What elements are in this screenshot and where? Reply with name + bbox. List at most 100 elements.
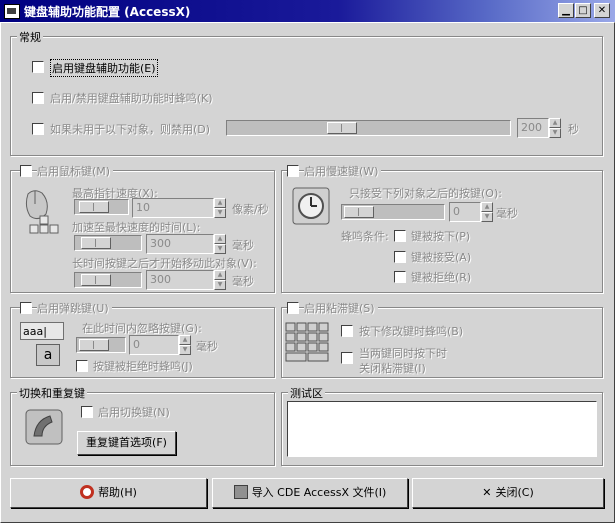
disable-timeout-unit: 秒 <box>568 123 579 136</box>
slow-beep-pressed-checkbox[interactable] <box>394 230 406 242</box>
maximize-button[interactable]: □ <box>575 3 591 18</box>
bounce-icon-text-field: aaa| <box>20 322 64 340</box>
disable-timeout-spinner[interactable]: 200 ▲ ▼ <box>517 118 561 138</box>
max-speed-spinner[interactable]: 10 ▲ ▼ <box>132 198 226 218</box>
sticky-beep-modifier-label: 按下修改键时蜂鸣(B) <box>359 325 464 338</box>
test-area-title: 测试区 <box>288 385 325 401</box>
spin-up-icon[interactable]: ▲ <box>214 270 226 280</box>
slow-keys-checkbox[interactable] <box>287 165 299 177</box>
beep-on-toggle-label: 启用/禁用键盘辅助功能时蜂鸣(K) <box>50 92 213 105</box>
slow-accept-thumb[interactable] <box>344 206 374 218</box>
disable-timeout-slider[interactable] <box>226 120 511 136</box>
close-icon: ✕ <box>482 486 492 499</box>
enable-keyboard-access-checkbox[interactable] <box>32 61 44 73</box>
delay-value[interactable]: 300 <box>146 270 214 290</box>
bounce-ignore-value[interactable]: 0 <box>129 335 179 355</box>
close-button[interactable]: ✕ 关闭(C) <box>412 478 604 508</box>
spin-up-icon[interactable]: ▲ <box>179 335 191 345</box>
delay-spinner[interactable]: 300 ▲ ▼ <box>146 270 226 290</box>
toggle-keys-icon <box>25 409 63 445</box>
disable-timeout-value[interactable]: 200 <box>517 118 549 138</box>
slow-accept-spinner[interactable]: 0 ▲ ▼ <box>449 202 493 222</box>
help-button[interactable]: 帮助(H) <box>10 478 207 508</box>
accel-label: 加速至最快速度的时间(L): <box>72 221 201 234</box>
repeat-prefs-button[interactable]: 重复键首选项(F) <box>77 431 176 455</box>
spin-up-icon[interactable]: ▲ <box>549 118 561 128</box>
bounce-ignore-thumb[interactable] <box>79 339 109 351</box>
slow-beep-pressed-label: 键被按下(P) <box>411 230 471 243</box>
disable-timeout-thumb[interactable] <box>327 122 357 134</box>
test-area-input[interactable] <box>287 401 597 457</box>
slow-accept-value[interactable]: 0 <box>449 202 481 222</box>
close-window-button[interactable]: ✕ <box>594 3 610 18</box>
repeat-prefs-button-label: 重复键首选项(F) <box>86 436 167 449</box>
mouse-keys-label: 启用鼠标键(M) <box>37 163 114 179</box>
spin-down-icon[interactable]: ▼ <box>481 212 493 222</box>
bounce-ignore-spinner[interactable]: 0 ▲ ▼ <box>129 335 191 355</box>
spin-up-icon[interactable]: ▲ <box>214 198 226 208</box>
slow-beep-label: 蜂鸣条件: <box>341 230 389 243</box>
accel-slider[interactable] <box>74 235 142 251</box>
delay-unit: 毫秒 <box>232 275 254 288</box>
sticky-disable-two-keys-label-2: 关闭粘滞键(I) <box>359 362 426 375</box>
mouse-keys-icon <box>25 190 59 234</box>
toggle-repeat-group-title: 切换和重复键 <box>17 385 87 401</box>
spin-up-icon[interactable]: ▲ <box>214 234 226 244</box>
window-menu-icon[interactable] <box>4 4 20 19</box>
bounce-beep-rejected-label: 按键被拒绝时蜂鸣(J) <box>93 360 193 373</box>
bounce-ignore-slider[interactable] <box>76 337 126 353</box>
max-speed-value[interactable]: 10 <box>132 198 214 218</box>
enable-toggle-keys-label: 启用切换键(N) <box>98 406 170 419</box>
spin-down-icon[interactable]: ▼ <box>214 208 226 218</box>
window-title: 键盘辅助功能配置 (AccessX) <box>24 5 191 19</box>
spin-down-icon[interactable]: ▼ <box>214 244 226 254</box>
import-icon <box>233 485 248 499</box>
close-button-label: 关闭(C) <box>495 486 534 499</box>
help-button-label: 帮助(H) <box>98 486 137 499</box>
sticky-beep-modifier-checkbox[interactable] <box>341 325 353 337</box>
slow-accept-unit: 毫秒 <box>496 207 518 220</box>
slow-beep-accepted-checkbox[interactable] <box>394 251 406 263</box>
delay-slider[interactable] <box>74 272 142 288</box>
disable-if-unused-label: 如果未用于以下对象，则禁用(D) <box>50 123 211 136</box>
slow-beep-accepted-label: 键被接受(A) <box>411 251 472 264</box>
bounce-keys-icon: aaa| a <box>20 322 66 368</box>
bounce-ignore-label: 在此时间内忽略按键(G): <box>82 322 202 335</box>
bounce-icon-key: a <box>36 344 60 366</box>
bounce-keys-label: 启用弹跳键(U) <box>37 300 112 316</box>
bounce-icon-text-2: a <box>43 347 53 363</box>
import-cde-button-label: 导入 CDE AccessX 文件(I) <box>251 486 387 499</box>
max-speed-thumb[interactable] <box>79 201 109 213</box>
slow-beep-rejected-checkbox[interactable] <box>394 271 406 283</box>
sticky-disable-two-keys-checkbox[interactable] <box>341 352 353 364</box>
mouse-keys-checkbox[interactable] <box>20 165 32 177</box>
disable-if-unused-checkbox[interactable] <box>32 123 44 135</box>
beep-on-toggle-checkbox[interactable] <box>32 92 44 104</box>
title-bar: 键盘辅助功能配置 (AccessX) ▁ □ ✕ <box>0 0 615 22</box>
slow-beep-rejected-label: 键被拒绝(R) <box>411 271 472 284</box>
bounce-beep-rejected-checkbox[interactable] <box>76 360 88 372</box>
spin-down-icon[interactable]: ▼ <box>179 345 191 355</box>
minimize-button[interactable]: ▁ <box>558 3 574 18</box>
spin-down-icon[interactable]: ▼ <box>214 280 226 290</box>
slow-keys-label: 启用慢速键(W) <box>304 163 382 179</box>
sticky-keys-checkbox[interactable] <box>287 302 299 314</box>
bounce-keys-checkbox[interactable] <box>20 302 32 314</box>
help-icon <box>80 485 95 499</box>
sticky-keys-icon <box>285 322 329 362</box>
spin-down-icon[interactable]: ▼ <box>549 128 561 138</box>
enable-toggle-keys-checkbox[interactable] <box>81 406 93 418</box>
accel-spinner[interactable]: 300 ▲ ▼ <box>146 234 226 254</box>
delay-thumb[interactable] <box>81 274 111 286</box>
spin-up-icon[interactable]: ▲ <box>481 202 493 212</box>
general-group-title: 常规 <box>17 29 43 45</box>
slow-accept-slider[interactable] <box>341 204 445 220</box>
sticky-disable-two-keys-label-1: 当两键同时按下时 <box>359 347 447 360</box>
accel-thumb[interactable] <box>81 237 111 249</box>
accel-value[interactable]: 300 <box>146 234 214 254</box>
sticky-keys-label: 启用粘滞键(S) <box>304 300 378 316</box>
import-cde-button[interactable]: 导入 CDE AccessX 文件(I) <box>212 478 408 508</box>
slow-keys-icon <box>292 187 330 225</box>
enable-keyboard-access-label[interactable]: 启用键盘辅助功能(E) <box>50 59 158 77</box>
max-speed-slider[interactable] <box>74 199 129 215</box>
